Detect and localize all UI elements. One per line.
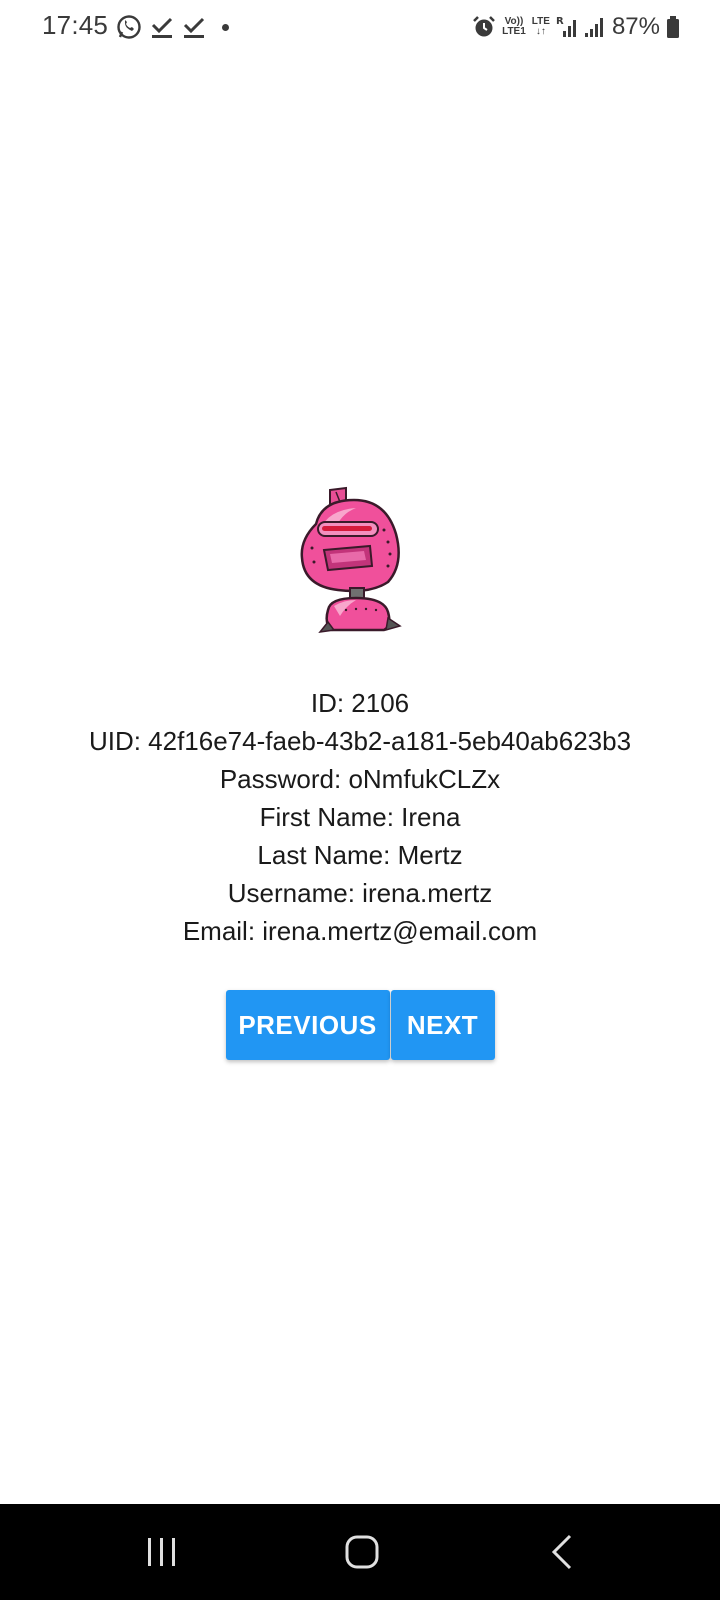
battery-percentage: 87% [611, 13, 660, 40]
home-icon[interactable] [338, 1532, 386, 1572]
status-bar: 17:45 Vo)) LTE1 LTE ↓↑ R 87% [0, 0, 720, 56]
system-icons: Vo)) LTE1 LTE ↓↑ R 87% [472, 12, 680, 42]
pagination-buttons: PREVIOUS NEXT [0, 990, 720, 1060]
check-download-icon [151, 17, 173, 38]
lte-data-icon: LTE ↓↑ [532, 17, 550, 37]
profile-info: ID: 2106 UID: 42f16e74-faeb-43b2-a181-5e… [0, 684, 720, 950]
recent-apps-icon[interactable] [138, 1532, 186, 1572]
signal-r-icon: R [556, 16, 576, 37]
battery-icon [667, 16, 679, 38]
uid-text: UID: 42f16e74-faeb-43b2-a181-5eb40ab623b… [88, 726, 632, 756]
signal-icon [584, 18, 603, 37]
whatsapp-icon [117, 15, 141, 39]
username-text: Username: irena.mertz [227, 878, 493, 908]
status-time: 17:45 [42, 10, 109, 40]
data-arrows-icon: ↓↑ [535, 26, 546, 37]
check-download-icon [183, 17, 205, 38]
notification-icons [116, 12, 229, 42]
id-text: ID: 2106 [310, 688, 410, 718]
next-button[interactable]: NEXT [390, 990, 495, 1060]
email-text: Email: irena.mertz@email.com [182, 916, 538, 946]
password-text: Password: oNmfukCLZx [219, 764, 501, 794]
svg-text:R: R [556, 16, 564, 27]
back-icon[interactable] [540, 1532, 588, 1572]
dot-icon [222, 23, 229, 31]
volte-bottom-label: LTE1 [502, 26, 526, 37]
robot-avatar [300, 486, 402, 634]
last-name-text: Last Name: Mertz [257, 840, 463, 870]
navigation-bar [0, 1504, 720, 1600]
previous-button[interactable]: PREVIOUS [225, 990, 390, 1060]
first-name-text: First Name: Irena [259, 802, 461, 832]
volte-icon: Vo)) LTE1 [502, 17, 526, 37]
alarm-icon [473, 16, 495, 37]
